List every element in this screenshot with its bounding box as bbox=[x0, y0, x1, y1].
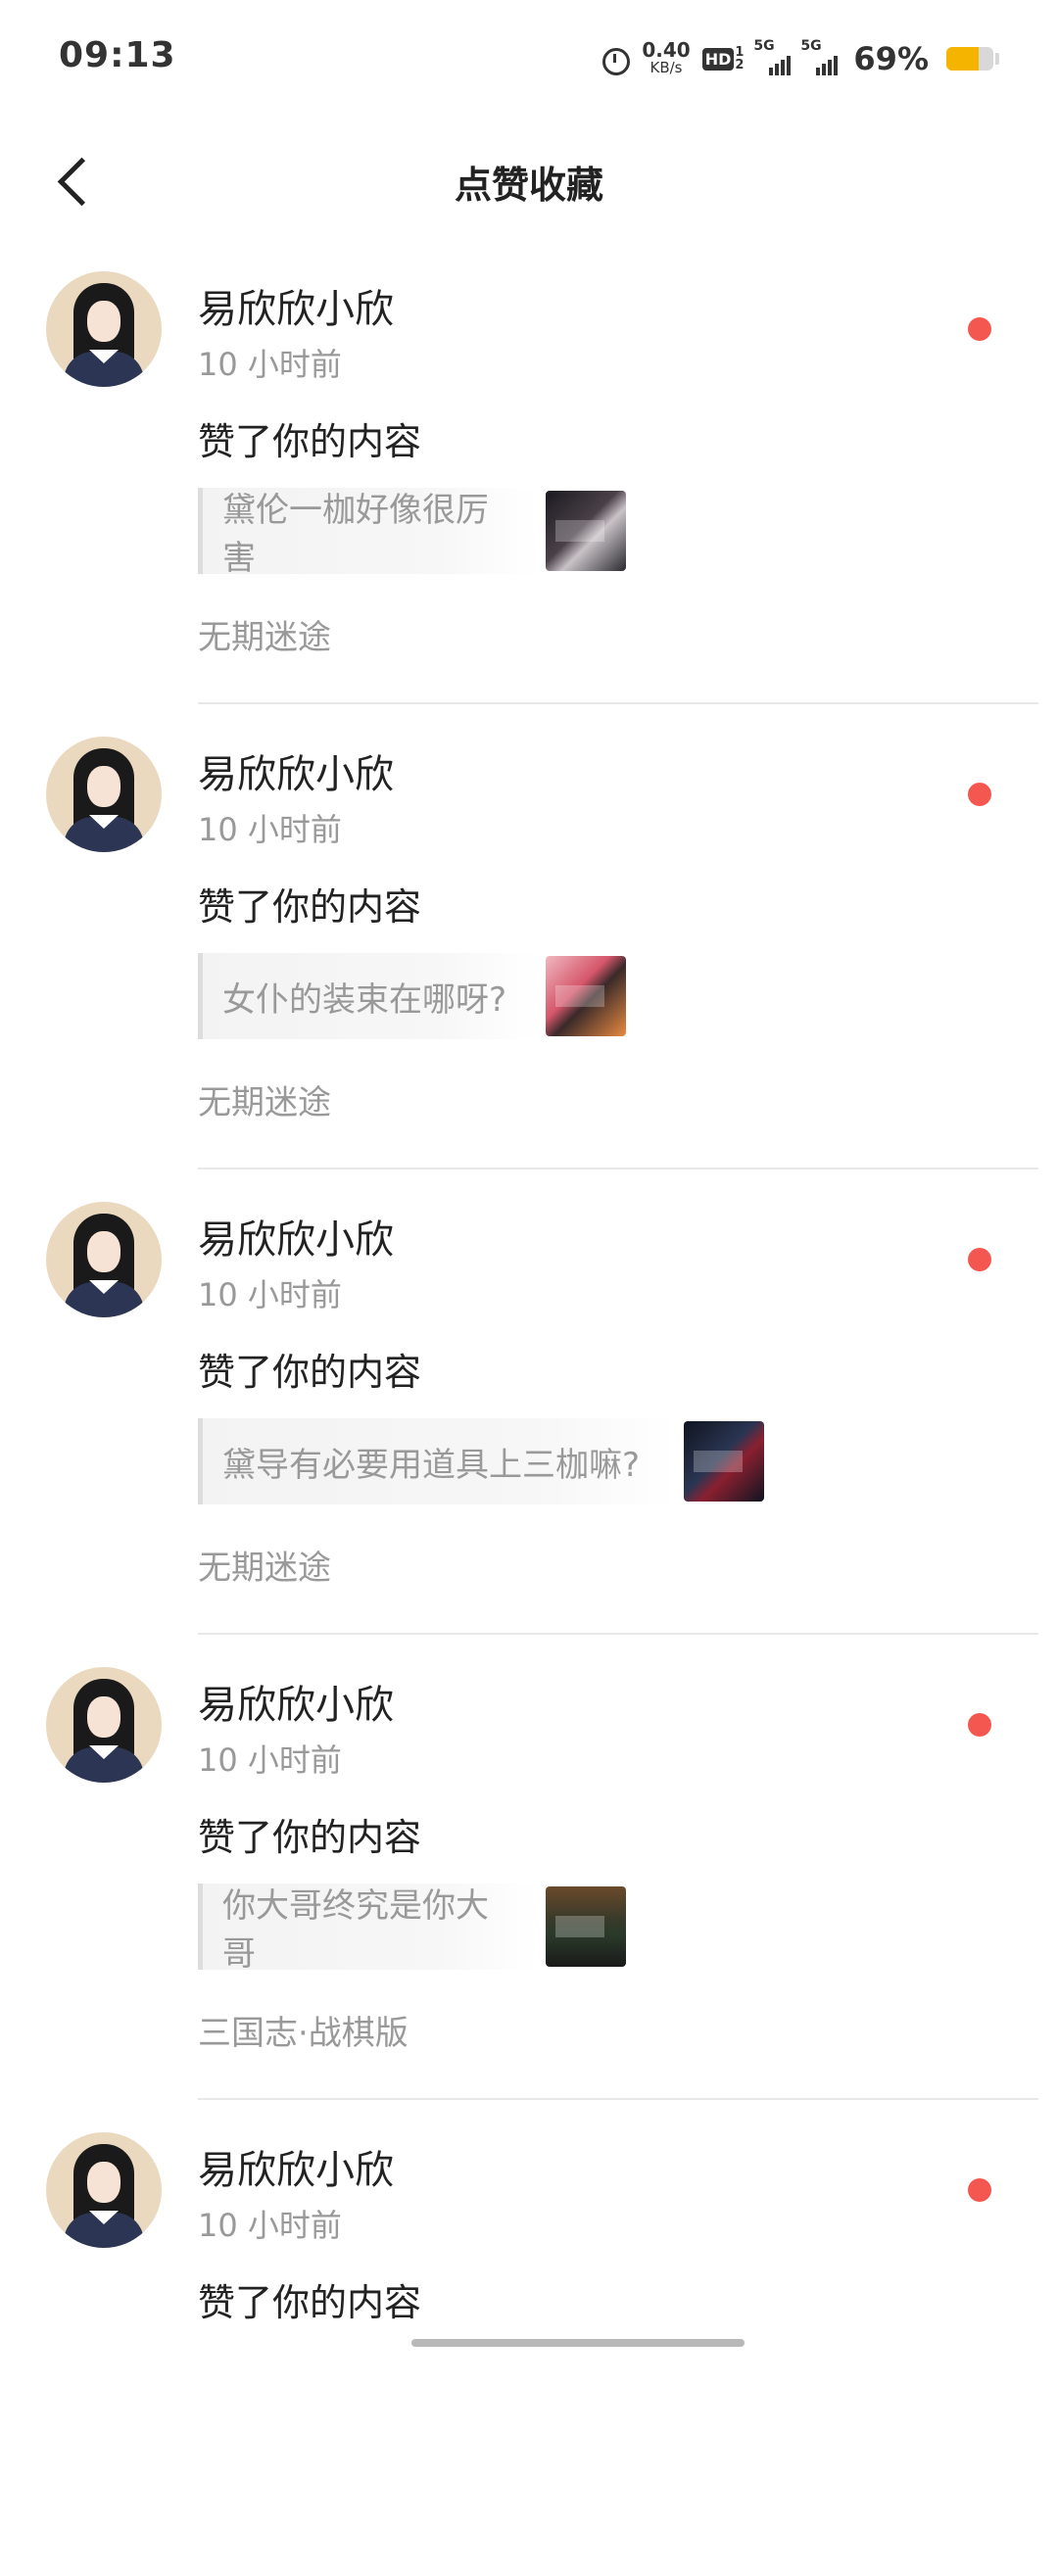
action-text: 赞了你的内容 bbox=[198, 1816, 422, 1859]
quoted-content[interactable]: 你大哥终究是你大哥 bbox=[198, 1884, 626, 1974]
action-text: 赞了你的内容 bbox=[198, 2281, 422, 2324]
list-item[interactable]: 易欣欣小欣 10 小时前 赞了你的内容 你大哥终究是你大哥 三国志·战棋版 bbox=[0, 1646, 1058, 2111]
timestamp: 10 小时前 bbox=[198, 346, 342, 383]
username[interactable]: 易欣欣小欣 bbox=[198, 1673, 394, 1730]
source-game[interactable]: 无期迷途 bbox=[198, 1075, 331, 1123]
network-speed-unit: KB/s bbox=[649, 59, 683, 76]
battery-cap bbox=[995, 53, 999, 65]
status-bar: 09:13 0.40 KB/s HD 1 2 5G 5G 69% bbox=[0, 0, 1058, 118]
list-item[interactable]: 易欣欣小欣 10 小时前 赞了你的内容 黛导有必要用道具上三枷嘛? 无期迷途 bbox=[0, 1180, 1058, 1646]
quoted-content[interactable]: 黛导有必要用道具上三枷嘛? bbox=[198, 1418, 764, 1504]
battery-percent: 69% bbox=[853, 40, 929, 77]
quoted-text: 女仆的装束在哪呀? bbox=[198, 953, 538, 1039]
page-title: 点赞收藏 bbox=[454, 164, 603, 207]
action-text: 赞了你的内容 bbox=[198, 885, 422, 929]
status-icons: 0.40 KB/s HD 1 2 5G 5G 69% bbox=[601, 37, 999, 80]
alarm-icon bbox=[601, 44, 631, 75]
network-speed: 0.40 KB/s bbox=[642, 38, 691, 76]
source-game[interactable]: 无期迷途 bbox=[198, 610, 331, 658]
unread-dot bbox=[968, 317, 991, 341]
username[interactable]: 易欣欣小欣 bbox=[198, 742, 394, 799]
list-item[interactable]: 易欣欣小欣 10 小时前 赞了你的内容 女仆的装束在哪呀? 无期迷途 bbox=[0, 715, 1058, 1180]
notification-list: 易欣欣小欣 10 小时前 赞了你的内容 黛伦一枷好像很厉害 无期迷途 易欣欣小欣… bbox=[0, 250, 1058, 2576]
divider bbox=[198, 2098, 1038, 2100]
source-game[interactable]: 无期迷途 bbox=[198, 1541, 331, 1589]
status-time: 09:13 bbox=[59, 35, 176, 75]
username[interactable]: 易欣欣小欣 bbox=[198, 2138, 394, 2195]
quoted-content[interactable]: 黛伦一枷好像很厉害 bbox=[198, 488, 626, 578]
signal-icon-1: 5G bbox=[753, 38, 792, 75]
home-indicator[interactable] bbox=[411, 2339, 745, 2347]
hd-label: HD bbox=[701, 47, 735, 71]
content-thumbnail bbox=[546, 956, 626, 1036]
unread-dot bbox=[968, 783, 991, 806]
avatar[interactable] bbox=[46, 1667, 162, 1783]
signal-icon-2: 5G bbox=[800, 38, 839, 75]
timestamp: 10 小时前 bbox=[198, 1276, 342, 1313]
timestamp: 10 小时前 bbox=[198, 811, 342, 848]
avatar[interactable] bbox=[46, 737, 162, 852]
hd-num-2: 2 bbox=[735, 58, 745, 72]
unread-dot bbox=[968, 1248, 991, 1271]
avatar[interactable] bbox=[46, 271, 162, 387]
username[interactable]: 易欣欣小欣 bbox=[198, 277, 394, 334]
action-text: 赞了你的内容 bbox=[198, 420, 422, 463]
quoted-text: 黛伦一枷好像很厉害 bbox=[198, 488, 538, 578]
battery-icon bbox=[946, 47, 993, 71]
content-thumbnail bbox=[684, 1421, 764, 1502]
content-thumbnail bbox=[546, 1886, 626, 1967]
timestamp: 10 小时前 bbox=[198, 2207, 342, 2244]
avatar[interactable] bbox=[46, 1202, 162, 1317]
username[interactable]: 易欣欣小欣 bbox=[198, 1208, 394, 1264]
quoted-text: 黛导有必要用道具上三枷嘛? bbox=[198, 1418, 676, 1504]
divider bbox=[198, 1633, 1038, 1635]
content-thumbnail bbox=[546, 491, 626, 571]
battery-fill bbox=[946, 47, 980, 71]
unread-dot bbox=[968, 2178, 991, 2202]
list-item[interactable]: 易欣欣小欣 10 小时前 赞了你的内容 黛伦一枷好像很厉害 无期迷途 bbox=[0, 250, 1058, 715]
signal-label-2: 5G bbox=[800, 38, 822, 54]
quoted-text: 你大哥终究是你大哥 bbox=[198, 1884, 538, 1974]
source-game[interactable]: 三国志·战棋版 bbox=[198, 2006, 409, 2054]
signal-label-1: 5G bbox=[753, 38, 775, 54]
avatar[interactable] bbox=[46, 2132, 162, 2248]
unread-dot bbox=[968, 1713, 991, 1737]
hd-icon: HD 1 2 bbox=[701, 46, 745, 72]
action-text: 赞了你的内容 bbox=[198, 1351, 422, 1394]
header: 点赞收藏 bbox=[0, 118, 1058, 245]
divider bbox=[198, 702, 1038, 704]
quoted-content[interactable]: 女仆的装束在哪呀? bbox=[198, 953, 626, 1039]
timestamp: 10 小时前 bbox=[198, 1741, 342, 1779]
network-speed-value: 0.40 bbox=[642, 38, 691, 62]
divider bbox=[198, 1168, 1038, 1169]
